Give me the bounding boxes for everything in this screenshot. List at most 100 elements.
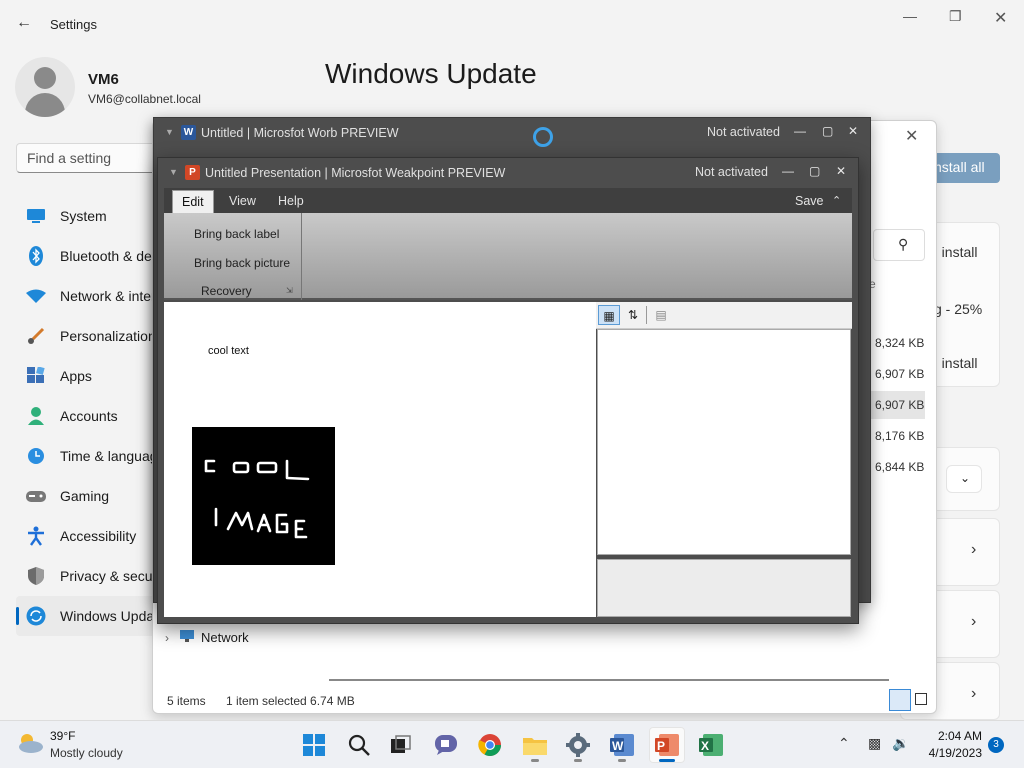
notification-badge[interactable]: 3 bbox=[988, 737, 1004, 753]
close-icon[interactable]: ✕ bbox=[994, 8, 1007, 28]
sidebar-item-accessibility[interactable]: Accessibility bbox=[16, 516, 166, 556]
chevron-right-icon[interactable]: › bbox=[165, 631, 169, 645]
file-size: 6,844 KB bbox=[875, 460, 925, 474]
chevron-down-icon: ⌄ bbox=[960, 471, 971, 485]
window-title: Untitled | Microsfot Worb PREVIEW bbox=[201, 126, 399, 140]
activation-status: Not activated bbox=[707, 125, 780, 139]
search-icon: ⚲ bbox=[898, 236, 909, 252]
apps-icon bbox=[26, 366, 46, 386]
sidebar-item-time-language[interactable]: Time & language bbox=[16, 436, 166, 476]
weakpoint-titlebar[interactable]: ▼ P Untitled Presentation | Microsfot We… bbox=[158, 158, 858, 188]
clock-icon bbox=[26, 446, 46, 466]
weather-description[interactable]: Mostly cloudy bbox=[50, 746, 123, 760]
dialog-launcher-icon[interactable]: ⇲ bbox=[286, 286, 293, 295]
slide-canvas[interactable]: cool text bbox=[164, 302, 596, 617]
teams-chat-icon[interactable] bbox=[428, 727, 464, 763]
network-status-icon[interactable]: ▩ bbox=[868, 735, 881, 752]
menu-bar: Edit View Help Save ⌃ bbox=[164, 188, 852, 213]
file-explorer-icon[interactable] bbox=[517, 727, 553, 763]
tab-help[interactable]: Help bbox=[269, 190, 313, 213]
sidebar-item-windows-update[interactable]: Windows Update bbox=[16, 596, 166, 636]
avatar[interactable] bbox=[15, 57, 75, 117]
file-size: 6,907 KB bbox=[875, 367, 925, 381]
user-name: VM6 bbox=[88, 71, 119, 88]
sidebar-item-gaming[interactable]: Gaming bbox=[16, 476, 166, 516]
clock-date[interactable]: 4/19/2023 bbox=[918, 746, 982, 760]
excel-icon[interactable]: X bbox=[693, 727, 729, 763]
slide-picture[interactable] bbox=[192, 427, 335, 565]
dropdown[interactable]: ⌄ bbox=[946, 465, 982, 493]
ribbon: Bring back label Bring back picture Reco… bbox=[164, 213, 852, 300]
ribbon-group-label: Recovery bbox=[201, 284, 252, 298]
update-status-text: g install bbox=[930, 355, 978, 371]
bring-back-label-button[interactable]: Bring back label bbox=[194, 227, 279, 241]
weakpoint-icon[interactable]: P bbox=[649, 727, 685, 763]
tab-view[interactable]: View bbox=[220, 190, 265, 213]
volume-icon[interactable]: 🔉 bbox=[892, 735, 909, 752]
bring-back-picture-button[interactable]: Bring back picture bbox=[194, 256, 290, 270]
sidebar-item-system[interactable]: System bbox=[16, 196, 166, 236]
weather-cloud-icon[interactable] bbox=[16, 731, 44, 755]
clock-time[interactable]: 2:04 AM bbox=[930, 729, 982, 743]
horizontal-scrollbar[interactable] bbox=[329, 679, 889, 681]
close-icon[interactable]: ✕ bbox=[848, 124, 858, 138]
weather-temperature[interactable]: 39°F bbox=[50, 729, 75, 743]
sidebar-item-label: Apps bbox=[60, 368, 92, 384]
toolbar-separator bbox=[646, 306, 647, 324]
nav-tree-network[interactable]: › Network bbox=[165, 629, 249, 646]
windows-start-icon[interactable] bbox=[296, 727, 332, 763]
categorized-icon[interactable]: ▦ bbox=[598, 305, 620, 325]
slide-text-label[interactable]: cool text bbox=[208, 345, 249, 357]
status-item-count: 5 items bbox=[167, 694, 206, 708]
chevron-right-icon: › bbox=[971, 685, 977, 702]
details-view-button[interactable] bbox=[889, 689, 911, 711]
tab-edit[interactable]: Edit bbox=[172, 190, 214, 213]
search-icon[interactable] bbox=[341, 727, 377, 763]
weakpoint-window: ▼ P Untitled Presentation | Microsfot We… bbox=[157, 157, 859, 624]
sidebar-nav: System Bluetooth & devices Network & int… bbox=[16, 196, 166, 636]
sidebar-item-accounts[interactable]: Accounts bbox=[16, 396, 166, 436]
sidebar-item-network[interactable]: Network & internet bbox=[16, 276, 166, 316]
file-size: 6,907 KB bbox=[875, 398, 925, 412]
sidebar-item-personalization[interactable]: Personalization bbox=[16, 316, 166, 356]
nav-tree-label: Network bbox=[201, 630, 249, 645]
sort-alphabetical-icon[interactable]: ⇅ bbox=[622, 305, 644, 325]
worb-titlebar[interactable]: ▼ W Untitled | Microsfot Worb PREVIEW No… bbox=[154, 118, 870, 148]
back-arrow-icon[interactable]: ← bbox=[16, 14, 32, 32]
minimize-icon[interactable]: — bbox=[782, 164, 794, 178]
sidebar-item-label: Bluetooth & devices bbox=[60, 248, 166, 264]
show-hidden-icons-chevron-icon[interactable]: ⌃ bbox=[838, 735, 850, 752]
maximize-icon[interactable]: ▢ bbox=[809, 164, 820, 178]
task-view-icon[interactable] bbox=[383, 727, 419, 763]
properties-toolbar: ▦ ⇅ ▤ bbox=[596, 302, 852, 329]
update-status-text: g install bbox=[930, 244, 978, 260]
file-size: 8,324 KB bbox=[875, 336, 925, 350]
install-all-button[interactable]: nstall all bbox=[930, 153, 1000, 183]
property-pages-icon[interactable]: ▤ bbox=[650, 305, 672, 325]
settings-window-title: Settings bbox=[50, 17, 97, 32]
user-email: VM6@collabnet.local bbox=[88, 92, 201, 106]
large-icons-view-button[interactable] bbox=[915, 693, 927, 705]
shield-icon bbox=[26, 566, 46, 586]
sidebar-item-label: System bbox=[60, 208, 107, 224]
restore-icon[interactable]: ❐ bbox=[949, 8, 962, 25]
accessibility-icon bbox=[26, 526, 46, 546]
settings-icon[interactable] bbox=[560, 727, 596, 763]
maximize-icon[interactable]: ▢ bbox=[822, 124, 833, 138]
sidebar-item-apps[interactable]: Apps bbox=[16, 356, 166, 396]
property-grid[interactable] bbox=[597, 329, 851, 555]
minimize-icon[interactable]: — bbox=[903, 8, 917, 24]
sidebar-item-label: Windows Update bbox=[60, 608, 166, 624]
chrome-icon[interactable] bbox=[472, 727, 508, 763]
close-icon[interactable]: ✕ bbox=[836, 164, 846, 178]
window-menu-icon[interactable]: ▼ bbox=[165, 127, 174, 137]
minimize-icon[interactable]: — bbox=[794, 124, 806, 138]
sidebar-item-privacy-security[interactable]: Privacy & security bbox=[16, 556, 166, 596]
close-icon[interactable]: ✕ bbox=[905, 126, 918, 146]
collapse-ribbon-icon[interactable]: ⌃ bbox=[823, 190, 850, 213]
sidebar-item-bluetooth[interactable]: Bluetooth & devices bbox=[16, 236, 166, 276]
sidebar-item-label: Time & language bbox=[60, 448, 166, 464]
window-menu-icon[interactable]: ▼ bbox=[169, 167, 178, 177]
search-box[interactable]: ⚲ bbox=[873, 229, 925, 261]
worb-icon[interactable]: W bbox=[604, 727, 640, 763]
